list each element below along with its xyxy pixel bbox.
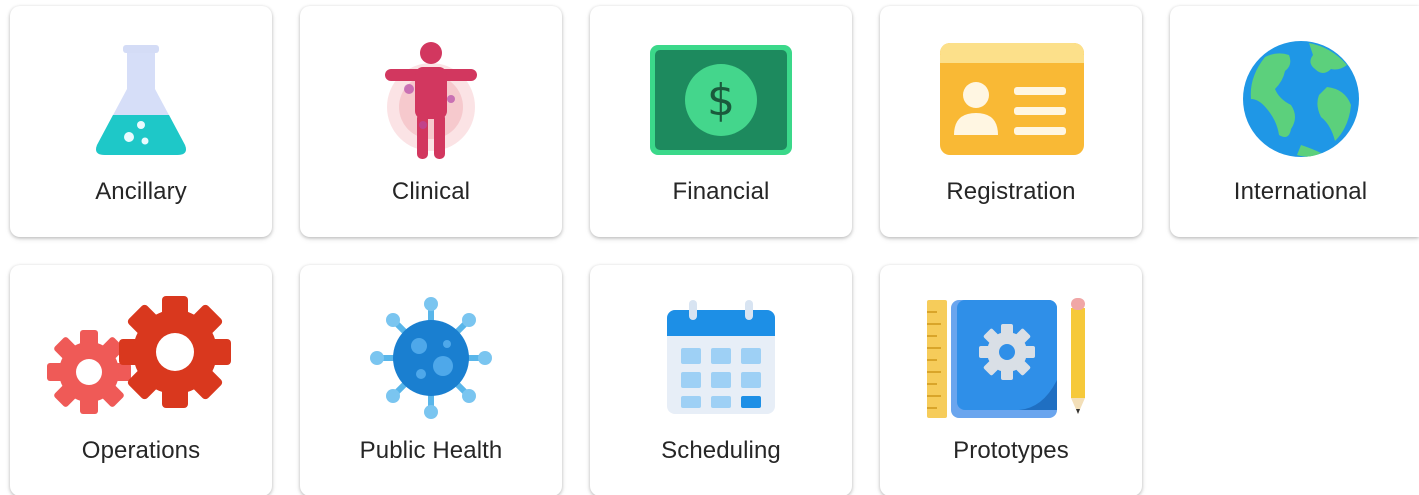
tile-financial[interactable]: $ Financial	[590, 6, 852, 237]
tile-label: Prototypes	[953, 437, 1069, 464]
tile-operations[interactable]: Operations	[10, 265, 272, 495]
tile-public-health[interactable]: Public Health	[300, 265, 562, 495]
tile-label: Ancillary	[95, 178, 187, 205]
tile-registration[interactable]: Registration	[880, 6, 1142, 237]
tile-label: Registration	[946, 178, 1076, 205]
flask-icon	[61, 34, 221, 164]
app-tile-grid: Ancillary Clinical $ Financial Registrat…	[0, 0, 1419, 495]
tile-scheduling[interactable]: Scheduling	[590, 265, 852, 495]
tile-label: International	[1233, 178, 1368, 205]
svg-text:$: $	[707, 75, 735, 126]
tile-ancillary[interactable]: Ancillary	[10, 6, 272, 237]
tile-prototypes[interactable]: Prototypes	[880, 265, 1142, 495]
tile-label: Clinical	[391, 178, 471, 205]
tile-label: Operations	[81, 437, 201, 464]
calendar-icon	[641, 293, 801, 423]
human-body-icon	[351, 34, 511, 164]
tile-label: Scheduling	[661, 437, 781, 464]
tile-clinical[interactable]: Clinical	[300, 6, 562, 237]
virus-icon	[351, 293, 511, 423]
blueprint-icon	[921, 293, 1101, 423]
globe-icon	[1221, 34, 1381, 164]
id-card-icon	[931, 34, 1091, 164]
dollar-bill-icon: $	[641, 34, 801, 164]
tile-label: Financial	[672, 178, 770, 205]
gears-icon	[41, 293, 241, 423]
tile-label: Public Health	[359, 437, 503, 464]
tile-international[interactable]: International	[1170, 6, 1419, 237]
